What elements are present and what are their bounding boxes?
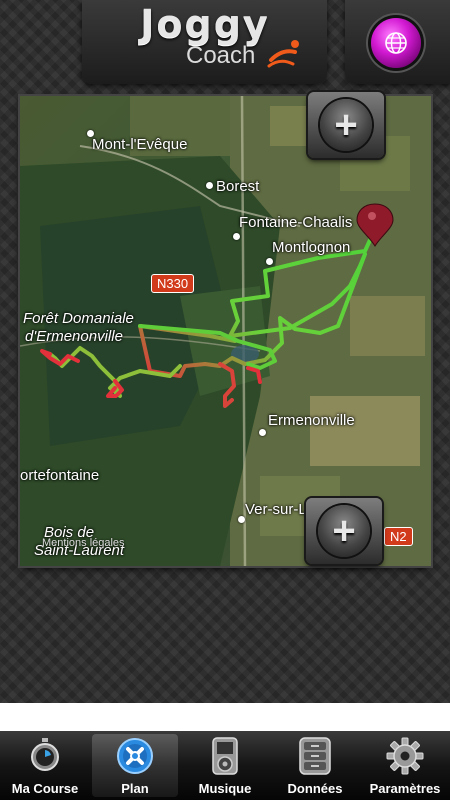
place-dot <box>233 233 240 240</box>
place-label: ortefontaine <box>20 467 100 484</box>
satellite-map[interactable]: Mont-l'Evêque Borest Fontaine-Chaalis Mo… <box>20 96 431 566</box>
place-dot <box>259 429 266 436</box>
tab-plan[interactable]: Plan <box>92 734 178 797</box>
white-band <box>0 703 450 731</box>
map-plan-icon <box>117 738 153 774</box>
map-frame: Mont-l'Evêque Borest Fontaine-Chaalis Mo… <box>20 92 431 566</box>
place-dot <box>238 516 245 523</box>
tab-musique[interactable]: Musique <box>180 731 270 800</box>
runner-icon <box>267 40 299 68</box>
place-dot <box>266 258 273 265</box>
music-player-icon <box>212 737 238 775</box>
road-badge-n2: N2 <box>384 527 413 546</box>
zoom-out-button[interactable]: + <box>306 498 382 564</box>
tab-label: Données <box>287 781 343 796</box>
place-label: Mont-l'Evêque <box>92 136 188 153</box>
plus-icon: + <box>318 505 370 557</box>
place-dot <box>206 182 213 189</box>
legal-notice-link[interactable]: Mentions légales <box>42 537 125 549</box>
place-label: Fontaine-Chaalis <box>239 214 353 231</box>
app-logo-subtitle: Coach <box>186 42 256 69</box>
road-badge-n330: N330 <box>151 274 195 293</box>
place-label: Forêt Domaniale <box>23 310 134 327</box>
tab-label: Paramètres <box>369 781 441 796</box>
tab-label: Musique <box>198 781 252 796</box>
plus-icon: + <box>320 99 372 151</box>
stopwatch-icon <box>31 738 59 771</box>
zoom-in-button[interactable]: + <box>308 92 384 158</box>
tab-bar: Ma Course Plan Musique Données Paramètre… <box>0 731 450 800</box>
place-label: d'Ermenonville <box>25 328 123 345</box>
tab-parametres[interactable]: Paramètres <box>360 731 450 800</box>
gear-icon <box>386 737 424 775</box>
place-label: Ermenonville <box>268 412 355 429</box>
globe-icon <box>385 32 407 54</box>
tab-label: Plan <box>121 781 149 796</box>
place-label: Montlognon <box>272 239 351 256</box>
tab-ma-course[interactable]: Ma Course <box>0 731 90 800</box>
app-header: Joggy Coach <box>0 0 450 88</box>
tab-label: Ma Course <box>11 781 79 796</box>
tab-donnees[interactable]: Données <box>270 731 360 800</box>
data-drawers-icon <box>299 737 331 775</box>
globe-button[interactable] <box>371 18 421 68</box>
place-label: Borest <box>216 178 260 195</box>
